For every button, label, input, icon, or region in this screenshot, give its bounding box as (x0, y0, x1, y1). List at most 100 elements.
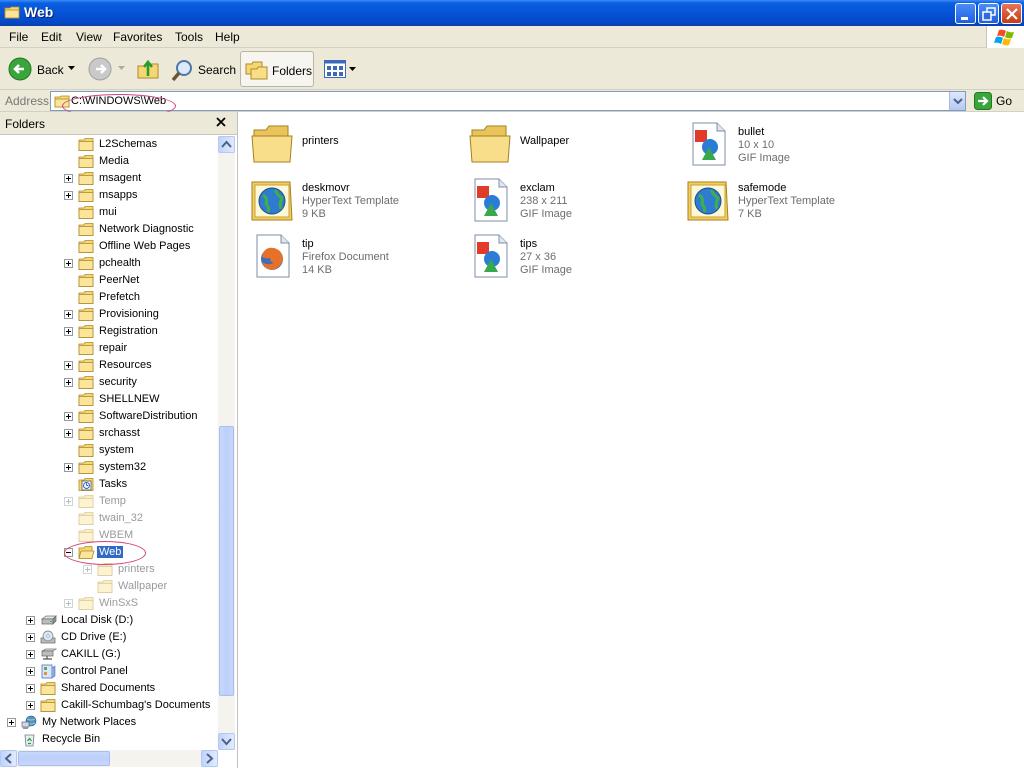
expand-icon[interactable] (26, 650, 35, 659)
address-input[interactable]: C:\WINDOWS\Web (50, 91, 966, 111)
tree-vertical-scrollbar[interactable] (218, 136, 235, 750)
expand-icon[interactable] (64, 310, 73, 319)
expand-icon[interactable] (64, 174, 73, 183)
scroll-down-button[interactable] (218, 733, 235, 750)
expand-icon[interactable] (83, 565, 92, 574)
scroll-left-button[interactable] (0, 750, 17, 767)
tree-item[interactable]: Tasks (0, 477, 218, 494)
tree-item[interactable]: Wallpaper (0, 579, 218, 596)
tree-item[interactable]: Network Diagnostic (0, 222, 218, 239)
expand-icon[interactable] (64, 463, 73, 472)
tree-item[interactable]: Provisioning (0, 307, 218, 324)
restore-button[interactable] (978, 3, 999, 24)
tree-item[interactable]: Resources (0, 358, 218, 375)
folder-icon (78, 443, 95, 458)
expand-icon[interactable] (64, 497, 73, 506)
search-button[interactable]: Search (168, 51, 236, 87)
tree-item[interactable]: Registration (0, 324, 218, 341)
tree-item[interactable]: srchasst (0, 426, 218, 443)
tree-item[interactable]: Local Disk (D:) (0, 613, 218, 630)
tree-item[interactable]: system (0, 443, 218, 460)
close-icon (1006, 8, 1018, 20)
expand-icon[interactable] (7, 718, 16, 727)
tree-item[interactable]: My Network Places (0, 715, 218, 732)
tree-item-label: Tasks (99, 478, 128, 490)
tree-item[interactable]: CD Drive (E:) (0, 630, 218, 647)
tree-horizontal-scrollbar[interactable] (0, 750, 218, 767)
expand-icon[interactable] (64, 429, 73, 438)
tree-item[interactable]: WBEM (0, 528, 218, 545)
tree-item[interactable]: system32 (0, 460, 218, 477)
folders-button[interactable]: Folders (240, 51, 314, 87)
tree-item[interactable]: Prefetch (0, 290, 218, 307)
close-button[interactable] (1001, 3, 1022, 24)
file-item[interactable]: exclam 238 x 211 GIF Image (462, 172, 678, 224)
tree-item[interactable]: security (0, 375, 218, 392)
tree-item[interactable]: WinSxS (0, 596, 218, 613)
tree-item[interactable]: Cakill-Schumbag's Documents (0, 698, 218, 715)
expand-icon[interactable] (64, 191, 73, 200)
tree-item[interactable]: pchealth (0, 256, 218, 273)
tree-item[interactable]: repair (0, 341, 218, 358)
tree-item[interactable]: twain_32 (0, 511, 218, 528)
tree-item[interactable]: SHELLNEW (0, 392, 218, 409)
file-item[interactable]: tips 27 x 36 GIF Image (462, 228, 678, 280)
menu-edit[interactable]: Edit (41, 30, 62, 44)
close-icon[interactable] (214, 115, 228, 129)
expand-icon[interactable] (26, 667, 35, 676)
expand-icon[interactable] (64, 599, 73, 608)
forward-button[interactable] (86, 51, 128, 87)
tree-item[interactable]: Temp (0, 494, 218, 511)
tree-item[interactable]: Web (0, 545, 218, 562)
expand-icon[interactable] (64, 361, 73, 370)
tree-item[interactable]: msagent (0, 171, 218, 188)
expand-icon[interactable] (64, 412, 73, 421)
menu-view[interactable]: View (76, 30, 102, 44)
tree-item[interactable]: msapps (0, 188, 218, 205)
menu-favorites[interactable]: Favorites (113, 30, 162, 44)
menu-file[interactable]: File (9, 30, 28, 44)
tree-item[interactable]: mui (0, 205, 218, 222)
file-item[interactable]: printers (244, 116, 460, 168)
collapse-icon[interactable] (64, 548, 73, 557)
menu-help[interactable]: Help (215, 30, 240, 44)
chevron-down-icon[interactable] (68, 66, 75, 71)
file-item[interactable]: bullet 10 x 10 GIF Image (680, 116, 896, 168)
expand-icon[interactable] (26, 633, 35, 642)
vertical-scroll-thumb[interactable] (219, 426, 234, 696)
file-item[interactable]: Wallpaper (462, 116, 678, 168)
tree-item[interactable]: Control Panel (0, 664, 218, 681)
expand-icon[interactable] (64, 378, 73, 387)
tree-item[interactable]: SoftwareDistribution (0, 409, 218, 426)
title-bar[interactable]: Web (0, 0, 1024, 26)
scroll-right-button[interactable] (201, 750, 218, 767)
file-item[interactable]: deskmovr HyperText Template 9 KB (244, 172, 460, 224)
toolbar: Back Search Folders (0, 48, 1024, 90)
up-folder-button[interactable] (134, 51, 162, 87)
expand-icon[interactable] (64, 327, 73, 336)
minimize-button[interactable] (955, 3, 976, 24)
back-button[interactable]: Back (4, 51, 80, 87)
folder-icon (78, 290, 95, 305)
tree-item[interactable]: CAKILL (G:) (0, 647, 218, 664)
folder-icon (4, 6, 20, 19)
tree-item[interactable]: Shared Documents (0, 681, 218, 698)
file-item[interactable]: safemode HyperText Template 7 KB (680, 172, 896, 224)
tree-item[interactable]: Recycle Bin (0, 732, 218, 749)
tree-item[interactable]: Offline Web Pages (0, 239, 218, 256)
horizontal-scroll-thumb[interactable] (18, 751, 110, 766)
views-button[interactable] (320, 51, 360, 87)
expand-icon[interactable] (26, 684, 35, 693)
scroll-up-button[interactable] (218, 136, 235, 153)
go-button[interactable]: Go (972, 92, 1022, 110)
tree-item[interactable]: Media (0, 154, 218, 171)
expand-icon[interactable] (26, 701, 35, 710)
expand-icon[interactable] (26, 616, 35, 625)
tree-item[interactable]: L2Schemas (0, 137, 218, 154)
file-item[interactable]: tip Firefox Document 14 KB (244, 228, 460, 280)
expand-icon[interactable] (64, 259, 73, 268)
menu-tools[interactable]: Tools (175, 30, 203, 44)
address-dropdown-button[interactable] (949, 92, 965, 110)
tree-item[interactable]: printers (0, 562, 218, 579)
tree-item[interactable]: PeerNet (0, 273, 218, 290)
